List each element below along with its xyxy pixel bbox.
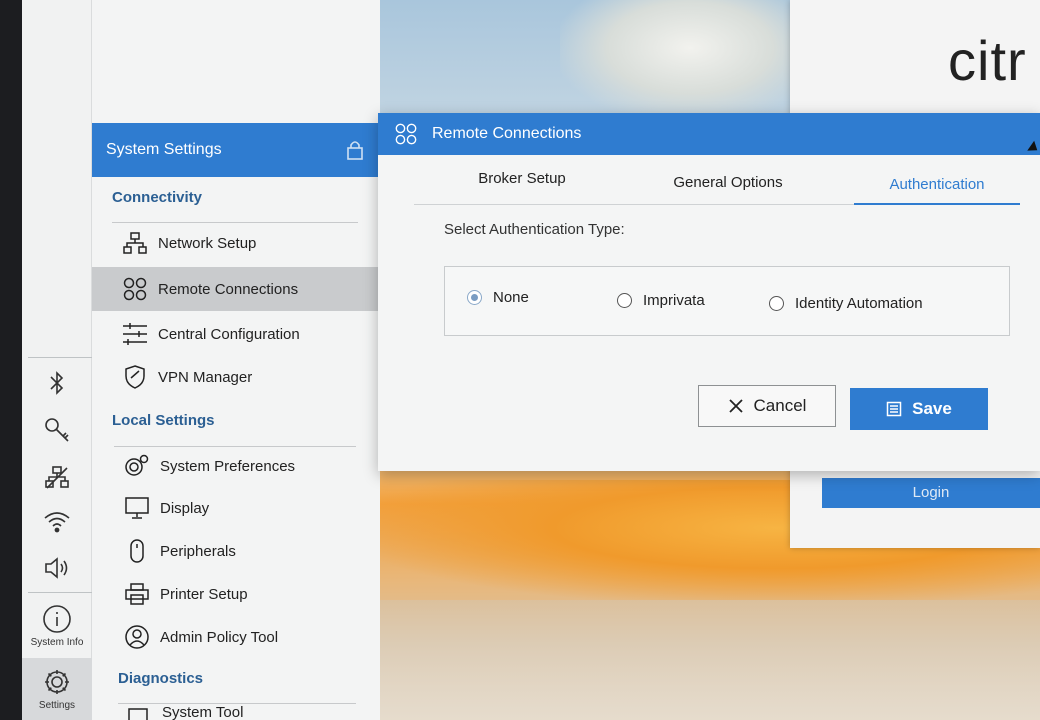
info-icon: [43, 605, 71, 633]
strip-divider: [28, 592, 92, 593]
section-connectivity: Connectivity: [112, 189, 203, 206]
menu-item-admin-policy-tool[interactable]: Admin Policy Tool: [92, 615, 380, 659]
auth-type-group: None Imprivata Identity Automation: [444, 266, 1010, 336]
radio-imprivata[interactable]: Imprivata: [617, 292, 705, 309]
radio-label: Identity Automation: [795, 295, 923, 312]
remote-connections-dialog: Remote Connections Broker Setup General …: [378, 113, 1040, 471]
mouse-icon: [124, 538, 150, 564]
monitor-icon: [124, 495, 150, 521]
printer-icon: [124, 581, 150, 607]
volume-button[interactable]: [22, 546, 92, 590]
dialog-tabs: Broker Setup General Options Authenticat…: [414, 161, 1020, 205]
radio-label: Imprivata: [643, 292, 705, 309]
key-icon: [45, 418, 69, 442]
auth-type-label: Select Authentication Type:: [444, 221, 625, 238]
wifi-icon: [44, 512, 70, 533]
bluetooth-button[interactable]: [22, 362, 92, 404]
radio-indicator: [769, 296, 784, 311]
settings-button[interactable]: Settings: [22, 658, 92, 720]
menu-item-label: System Tool: [162, 704, 244, 720]
menu-item-vpn-manager[interactable]: VPN Manager: [92, 355, 380, 399]
network-tree-icon: [122, 230, 148, 256]
strip-divider: [28, 357, 92, 358]
sliders-icon: [122, 321, 148, 347]
system-info-label: System Info: [30, 637, 84, 648]
tab-authentication[interactable]: Authentication: [854, 167, 1020, 205]
menu-item-display[interactable]: Display: [92, 486, 380, 530]
admin-user-icon: [124, 624, 150, 650]
dialog-title: Remote Connections: [432, 125, 582, 142]
save-label: Save: [912, 399, 952, 418]
cancel-label: Cancel: [753, 396, 807, 415]
left-icon-strip: System Info Settings: [22, 0, 92, 720]
save-icon: [886, 401, 902, 417]
tools-icon: [126, 704, 152, 720]
menu-item-central-configuration[interactable]: Central Configuration: [92, 312, 380, 356]
gear-icon: [45, 670, 69, 694]
save-button[interactable]: Save: [850, 388, 988, 430]
network-icon: [45, 466, 69, 489]
system-info-button[interactable]: System Info: [22, 596, 92, 656]
menu-item-label: VPN Manager: [158, 368, 253, 386]
brand-logo-text: citr: [948, 29, 1027, 92]
key-button[interactable]: [22, 407, 92, 453]
radio-indicator: [617, 293, 632, 308]
settings-panel-header: System Settings: [92, 123, 380, 177]
system-settings-panel: System Settings Connectivity Network Set…: [92, 0, 380, 720]
menu-item-label: Central Configuration: [158, 325, 300, 343]
menu-item-label: Printer Setup: [160, 585, 248, 603]
radio-label: None: [493, 289, 529, 306]
login-button[interactable]: Login: [822, 478, 1040, 508]
menu-item-label: System Preferences: [160, 457, 296, 475]
menu-item-peripherals[interactable]: Peripherals: [92, 529, 380, 573]
cancel-button[interactable]: Cancel: [698, 385, 836, 427]
menu-item-label: Admin Policy Tool: [160, 628, 279, 646]
section-local-settings: Local Settings: [112, 412, 215, 429]
radio-indicator: [467, 290, 482, 305]
menu-item-network-setup[interactable]: Network Setup: [92, 221, 380, 265]
menu-item-label: Network Setup: [158, 234, 257, 252]
settings-panel-title: System Settings: [106, 141, 222, 158]
menu-item-label: Display: [160, 499, 210, 517]
settings-label: Settings: [38, 700, 76, 711]
radio-identity-automation[interactable]: Identity Automation: [769, 295, 923, 312]
menu-item-system-preferences[interactable]: System Preferences: [92, 444, 380, 488]
wallpaper-shore: [380, 600, 1040, 720]
lock-icon[interactable]: [346, 139, 364, 166]
menu-item-printer-setup[interactable]: Printer Setup: [92, 572, 380, 616]
volume-icon: [45, 557, 68, 579]
screen-bezel: [0, 0, 22, 720]
tab-general-options[interactable]: General Options: [658, 165, 798, 209]
tab-broker-setup[interactable]: Broker Setup: [452, 161, 592, 205]
bluetooth-icon: [50, 371, 64, 395]
network-button[interactable]: [22, 455, 92, 499]
radio-none[interactable]: None: [467, 289, 529, 306]
dialog-titlebar: Remote Connections: [378, 113, 1040, 155]
section-diagnostics: Diagnostics: [118, 670, 204, 687]
close-icon: [728, 398, 744, 414]
gears-icon: [124, 453, 150, 479]
wallpaper-wave: [560, 0, 820, 120]
menu-item-label: Remote Connections: [158, 280, 299, 298]
menu-item-label: Peripherals: [160, 542, 236, 560]
shield-icon: [122, 364, 148, 390]
remote-connections-icon: [122, 276, 148, 302]
remote-connections-icon: [394, 122, 418, 146]
menu-item-system-tools[interactable]: System Tool: [92, 704, 380, 720]
wifi-button[interactable]: [22, 500, 92, 544]
menu-item-remote-connections[interactable]: Remote Connections: [92, 267, 380, 311]
